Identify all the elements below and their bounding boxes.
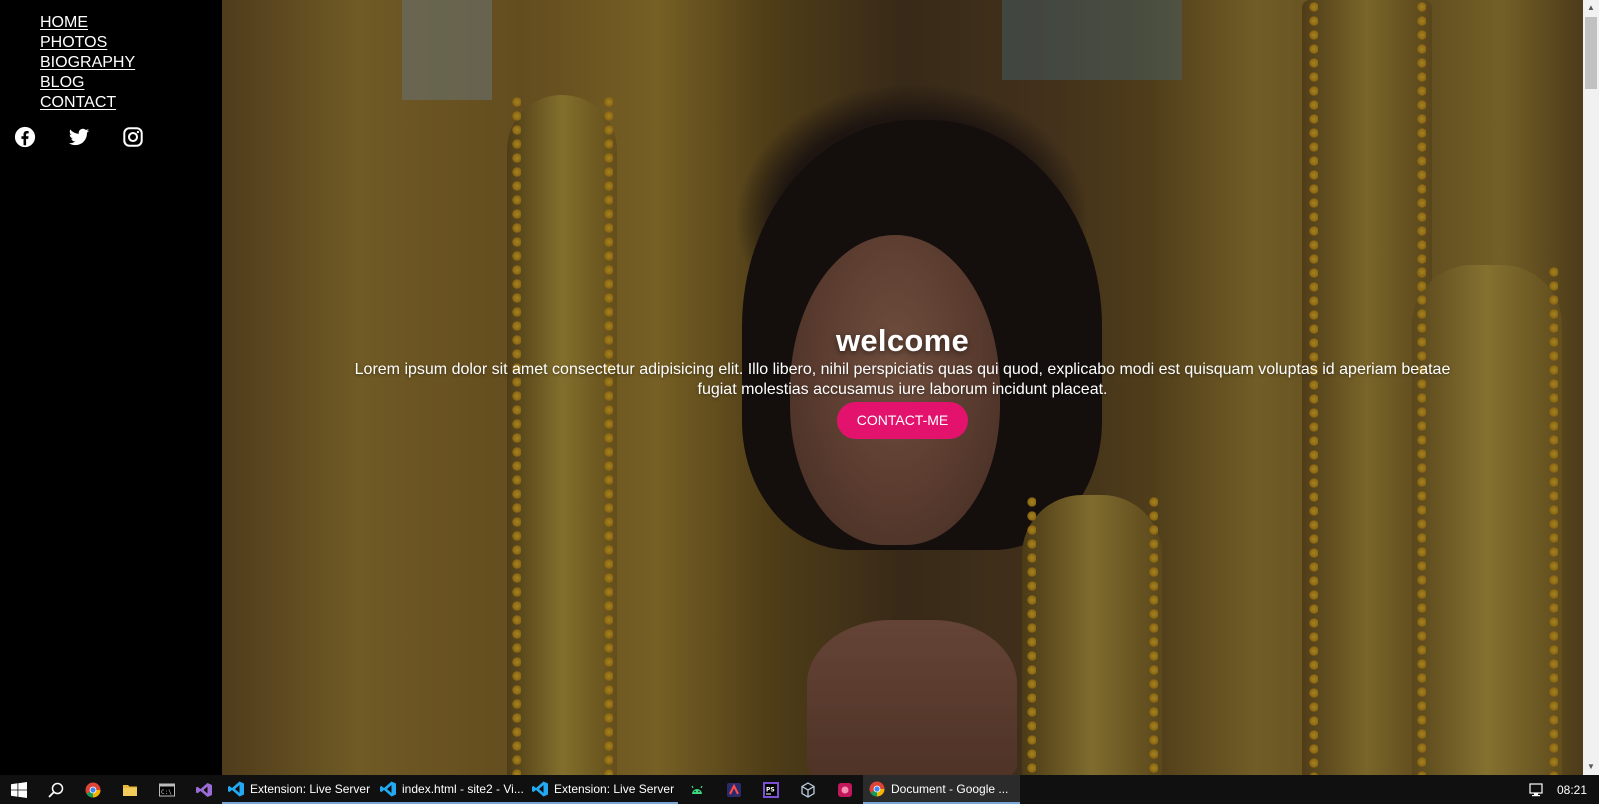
contact-me-button[interactable]: CONTACT-ME (836, 402, 969, 439)
social-links (14, 126, 176, 148)
svg-text:PS: PS (766, 786, 775, 793)
taskbar-app-label: Document - Google ... (891, 781, 1009, 796)
nav-link-home[interactable]: HOME (40, 14, 88, 31)
main-nav: HOME PHOTOS BIOGRAPHY BLOG CONTACT (40, 13, 135, 113)
package-icon[interactable] (789, 775, 826, 804)
taskbar-app-vscode-1[interactable]: Extension: Live Server ... (222, 775, 374, 804)
nav-link-contact[interactable]: CONTACT (40, 94, 116, 111)
taskbar-app-vscode-3[interactable]: Extension: Live Server ... (526, 775, 678, 804)
hero-content: welcome Lorem ipsum dolor sit amet conse… (222, 322, 1583, 439)
chrome-icon[interactable] (74, 775, 111, 804)
taskbar-app-vscode-2[interactable]: index.html - site2 - Vi... (374, 775, 526, 804)
system-tray: 08:21 (1529, 783, 1599, 797)
network-icon[interactable] (1529, 782, 1545, 797)
page-scrollbar[interactable]: ▲ ▼ (1583, 0, 1599, 775)
facebook-icon[interactable] (14, 126, 36, 148)
nav-link-photos[interactable]: PHOTOS (40, 34, 107, 51)
scrollbar-thumb[interactable] (1585, 17, 1597, 89)
windows-start-icon[interactable] (0, 775, 37, 804)
windows-taskbar: C:\ Extension: Live Server ... index.htm… (0, 775, 1599, 804)
nav-link-biography[interactable]: BIOGRAPHY (40, 54, 135, 71)
vscode-icon (532, 781, 548, 796)
taskbar-app-label: Extension: Live Server ... (250, 781, 374, 796)
hero-title: welcome (835, 323, 970, 358)
vscode-icon (228, 781, 244, 796)
android-studio-icon[interactable] (678, 775, 715, 804)
visual-studio-icon[interactable] (185, 775, 222, 804)
twitter-icon[interactable] (68, 126, 90, 148)
postman-icon[interactable] (715, 775, 752, 804)
search-icon[interactable] (37, 775, 74, 804)
phpstorm-icon[interactable]: PS (752, 775, 789, 804)
svg-text:C:\: C:\ (161, 789, 172, 796)
terminal-icon[interactable]: C:\ (148, 775, 185, 804)
chrome-icon (869, 781, 885, 796)
scroll-down-icon[interactable]: ▼ (1583, 759, 1599, 775)
sidebar: HOME PHOTOS BIOGRAPHY BLOG CONTACT (0, 0, 222, 775)
taskbar-app-label: index.html - site2 - Vi... (402, 781, 524, 796)
scroll-up-icon[interactable]: ▲ (1583, 0, 1599, 16)
taskbar-clock[interactable]: 08:21 (1557, 783, 1587, 797)
hero-text: Lorem ipsum dolor sit amet consectetur a… (354, 361, 1451, 398)
hero-section: welcome Lorem ipsum dolor sit amet conse… (222, 0, 1583, 775)
file-explorer-icon[interactable] (111, 775, 148, 804)
taskbar-app-chrome[interactable]: Document - Google ... (863, 775, 1020, 804)
taskbar-app-label: Extension: Live Server ... (554, 781, 678, 796)
figma-icon[interactable] (826, 775, 863, 804)
instagram-icon[interactable] (122, 126, 144, 148)
nav-link-blog[interactable]: BLOG (40, 74, 84, 91)
vscode-icon (380, 781, 396, 796)
